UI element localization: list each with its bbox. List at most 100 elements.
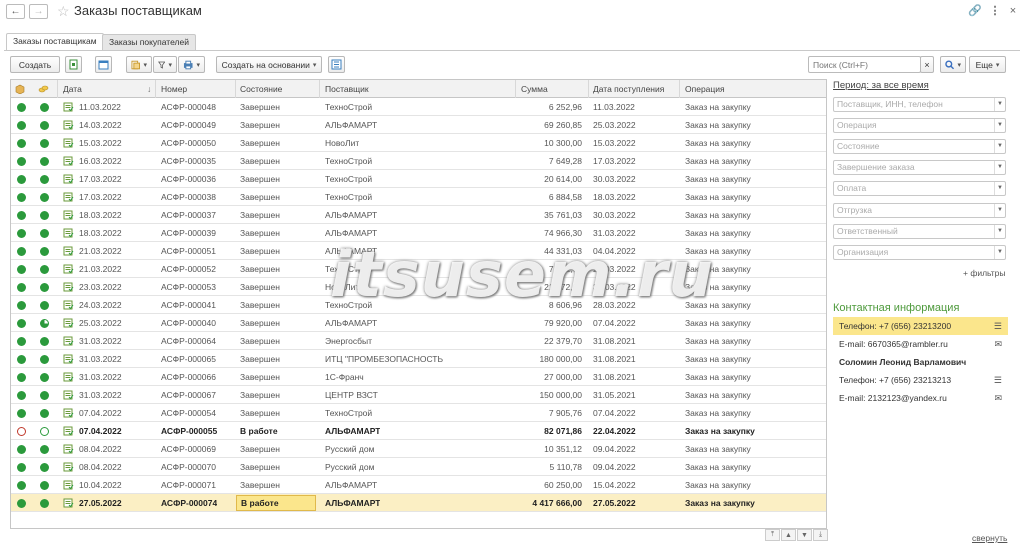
table-row[interactable]: 08.04.2022 АСФР-000069 Завершен Русский дом… [11,440,826,458]
arrival-date-column-header[interactable]: Дата поступления [593,80,664,98]
chevron-down-icon[interactable]: ▼ [994,98,1005,111]
table-row[interactable]: 16.03.2022 АСФР-000035 Завершен ТехноСтрой 7… [11,152,826,170]
chevron-down-icon[interactable]: ▼ [994,140,1005,153]
table-row[interactable]: 25.03.2022 АСФР-000040 Завершен АЛЬФАМАРТ 79… [11,314,826,332]
sort-desc-icon[interactable]: ↓ [147,80,151,98]
clear-search-button[interactable]: × [920,56,934,73]
tab-customer-orders[interactable]: Заказы покупателей [102,34,196,50]
contact-email-1[interactable]: E-mail: 6670365@rambler.ru ✉ [833,335,1008,353]
create-button[interactable]: Создать [10,56,60,73]
completion-filter[interactable]: Завершение заказа ▼ [833,160,1006,175]
chevron-down-icon[interactable]: ▼ [994,182,1005,195]
sum-column-header[interactable]: Сумма [521,80,548,98]
structure-button[interactable] [328,56,345,73]
contact-email-2[interactable]: E-mail: 2132123@yandex.ru ✉ [833,389,1008,407]
cell-arrival: 22.04.2022 [593,426,636,436]
scroll-down-button[interactable]: ▼ [797,529,812,541]
date-column-header[interactable]: Дата [63,80,82,98]
cell-date: 23.03.2022 [79,282,122,292]
chevron-down-icon[interactable]: ▼ [994,225,1005,238]
state-filter[interactable]: Состояние ▼ [833,139,1006,154]
link-icon[interactable]: 🔗 [968,4,982,18]
table-row[interactable]: 18.03.2022 АСФР-000039 Завершен АЛЬФАМАРТ 74… [11,224,826,242]
document-posted-icon [63,462,74,472]
payment-complete-icon [40,229,49,238]
structure-icon [331,59,342,70]
menu-icon[interactable]: ☰ [994,317,1002,335]
menu-icon[interactable]: ☰ [994,371,1002,389]
more-vertical-icon[interactable]: ⋮ [988,4,1002,18]
table-row[interactable]: 08.04.2022 АСФР-000070 Завершен Русский дом… [11,458,826,476]
chevron-down-icon[interactable]: ▼ [994,119,1005,132]
operation-filter[interactable]: Операция ▼ [833,118,1006,133]
cell-state: Завершен [240,138,280,148]
table-row[interactable]: 31.03.2022 АСФР-000064 Завершен Энергосбыт 2… [11,332,826,350]
chevron-down-icon[interactable]: ▼ [994,246,1005,259]
table-row[interactable]: 31.03.2022 АСФР-000066 Завершен 1С-Франч 27 … [11,368,826,386]
table-row[interactable]: 18.03.2022 АСФР-000037 Завершен АЛЬФАМАРТ 35… [11,206,826,224]
mail-icon[interactable]: ✉ [994,389,1002,407]
calendar-button[interactable] [95,56,112,73]
payment-complete-icon [40,499,49,508]
more-button[interactable]: Еще ▾ [969,56,1006,73]
chevron-down-icon[interactable]: ▼ [994,204,1005,217]
period-link[interactable]: Период: за все время [833,80,929,91]
cell-supplier: 1С-Франч [325,372,364,382]
table-row[interactable]: 21.03.2022 АСФР-000051 Завершен АЛЬФАМАРТ 44… [11,242,826,260]
table-row[interactable]: 15.03.2022 АСФР-000050 Завершен НовоЛит 10 3… [11,134,826,152]
copy-document-button[interactable] [65,56,82,73]
table-row[interactable]: 07.04.2022 АСФР-000054 Завершен ТехноСтрой 7… [11,404,826,422]
table-row[interactable]: 07.04.2022 АСФР-000055 В работе АЛЬФАМАРТ 82… [11,422,826,440]
print-menu-button[interactable]: ▾ [178,56,205,73]
chevron-down-icon[interactable]: ▼ [994,161,1005,174]
scroll-bottom-button[interactable]: ⤓ [813,529,828,541]
table-row[interactable]: 31.03.2022 АСФР-000067 Завершен ЦЕНТР ВЗСТ 1… [11,386,826,404]
orders-table[interactable]: Дата ↓ Номер Состояние Поставщик Сумма Д… [10,79,827,529]
table-row[interactable]: 11.03.2022 АСФР-000048 Завершен ТехноСтрой 6… [11,98,826,116]
table-row[interactable]: 23.03.2022 АСФР-000053 Завершен НовоЛит 21 6… [11,278,826,296]
document-posted-icon [63,138,74,148]
back-button[interactable]: ← [6,4,25,19]
supplier-column-header[interactable]: Поставщик [325,80,369,98]
printer-icon [183,60,193,69]
search-button[interactable]: ▾ [940,56,966,73]
table-row[interactable]: 17.03.2022 АСФР-000036 Завершен ТехноСтрой 2… [11,170,826,188]
tab-supplier-orders[interactable]: Заказы поставщикам [6,33,104,51]
payment-complete-icon [40,409,49,418]
table-row[interactable]: 17.03.2022 АСФР-000038 Завершен ТехноСтрой 6… [11,188,826,206]
cell-date: 27.05.2022 [79,498,122,508]
scroll-up-button[interactable]: ▲ [781,529,796,541]
table-row[interactable]: 27.05.2022 АСФР-000074 В работе АЛЬФАМАРТ 4 … [11,494,826,512]
supplier-filter[interactable]: Поставщик, ИНН, телефон ▼ [833,97,1006,112]
filter-menu-button[interactable]: ▾ [153,56,177,73]
payment-column-header[interactable] [38,80,49,98]
contact-phone-1[interactable]: Телефон: +7 (656) 23213200 ☰ [833,317,1008,335]
responsible-filter[interactable]: Ответственный ▼ [833,224,1006,239]
table-row[interactable]: 10.04.2022 АСФР-000071 Завершен АЛЬФАМАРТ 60… [11,476,826,494]
search-input[interactable] [808,56,921,73]
documents-menu-button[interactable]: ▾ [126,56,152,73]
status-column-header[interactable] [15,80,25,98]
organization-filter[interactable]: Организация ▼ [833,245,1006,260]
operation-column-header[interactable]: Операция [685,80,725,98]
contact-phone-2[interactable]: Телефон: +7 (656) 23213213 ☰ [833,371,1008,389]
table-row[interactable]: 14.03.2022 АСФР-000049 Завершен АЛЬФАМАРТ 69… [11,116,826,134]
cell-arrival: 31.03.2022 [593,228,636,238]
cell-date: 31.03.2022 [79,372,122,382]
shipment-filter[interactable]: Отгрузка ▼ [833,203,1006,218]
payment-filter[interactable]: Оплата ▼ [833,181,1006,196]
add-filters-link[interactable]: + фильтры [963,268,1006,278]
forward-button[interactable]: → [29,4,48,19]
scroll-top-button[interactable]: ⤒ [765,529,780,541]
collapse-link[interactable]: свернуть [972,533,1007,543]
number-column-header[interactable]: Номер [161,80,187,98]
table-row[interactable]: 21.03.2022 АСФР-000052 Завершен ТехноСтрой 7… [11,260,826,278]
create-based-on-button[interactable]: Создать на основании ▾ [216,56,322,73]
close-icon[interactable]: × [1006,4,1020,18]
cell-arrival: 30.03.2022 [593,282,636,292]
mail-icon[interactable]: ✉ [994,335,1002,353]
table-row[interactable]: 24.03.2022 АСФР-000041 Завершен ТехноСтрой 8… [11,296,826,314]
state-column-header[interactable]: Состояние [240,80,282,98]
table-row[interactable]: 31.03.2022 АСФР-000065 Завершен ИТЦ "ПРОМБЕ… [11,350,826,368]
favorite-star-icon[interactable]: ☆ [57,3,70,19]
